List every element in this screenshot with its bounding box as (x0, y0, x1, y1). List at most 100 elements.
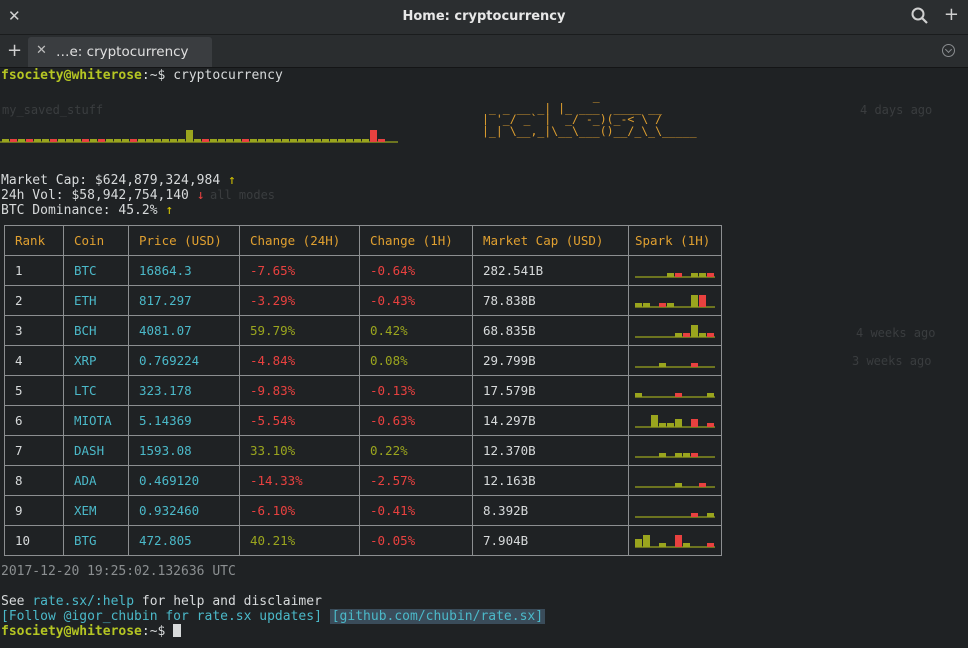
cell-spark (628, 465, 722, 496)
spark-bar (298, 139, 305, 142)
cell-coin: BCH (63, 315, 129, 346)
up-arrow-icon: ↑ (165, 203, 174, 218)
header-rank: Rank (4, 225, 64, 256)
cell-price: 0.769224 (128, 345, 240, 376)
dominance-line: BTC Dominance: 45.2% ↑ (1, 203, 173, 218)
table-row: 3 BCH 4081.07 59.79% 0.42% 68.835B (4, 315, 722, 346)
cell-change-1h: -2.57% (359, 465, 473, 496)
command-text: cryptocurrency (173, 68, 283, 83)
spark-bar (707, 333, 714, 337)
spark-bar (707, 393, 714, 397)
table-row: 5 LTC 323.178 -9.83% -0.13% 17.579B (4, 375, 722, 406)
cell-change-1h: -0.05% (359, 525, 473, 556)
cell-change-1h: -0.13% (359, 375, 473, 406)
cell-spark (628, 285, 722, 316)
cell-rank: 3 (4, 315, 64, 346)
spark-bar (691, 325, 698, 337)
spark-bar (306, 139, 313, 142)
ghost-text: 4 days ago (860, 103, 933, 117)
spark-bar (707, 543, 714, 547)
spark-bar (691, 453, 698, 457)
cell-rank: 1 (4, 255, 64, 286)
spark-bar (370, 130, 377, 142)
cell-coin: XEM (63, 495, 129, 526)
spark-bar (42, 139, 49, 142)
spark-bar (266, 139, 273, 142)
cell-spark (628, 345, 722, 376)
row-sparkline (635, 483, 715, 488)
spark-bar (186, 130, 193, 142)
cell-change-1h: 0.08% (359, 345, 473, 376)
plus-icon[interactable]: + (944, 4, 959, 25)
terminal-area[interactable]: my_saved_stuff 4 days ago 3 weeks ago 4 … (0, 68, 968, 648)
help-link[interactable]: rate.sx/:help (32, 594, 134, 609)
cell-spark (628, 525, 722, 556)
spark-bar (122, 139, 129, 142)
row-sparkline (635, 363, 715, 368)
cell-rank: 10 (4, 525, 64, 556)
window-title: Home: cryptocurrency (402, 9, 566, 24)
market-sparkline (0, 130, 398, 143)
spark-bar (202, 139, 209, 142)
cell-market-cap: 7.904B (472, 525, 629, 556)
cell-change-24h: -4.84% (239, 345, 360, 376)
ghost-text: my_saved_stuff (2, 103, 104, 117)
spark-bar (362, 139, 369, 142)
spark-bar (699, 273, 706, 277)
help-line: See rate.sx/:help for help and disclaime… (1, 594, 322, 609)
cell-coin: BTG (63, 525, 129, 556)
cell-spark (628, 495, 722, 526)
dominance-label: BTC Dominance: (1, 203, 119, 218)
spark-bar (66, 139, 73, 142)
cell-market-cap: 17.579B (472, 375, 629, 406)
spark-bar (218, 139, 225, 142)
table-row: 9 XEM 0.932460 -6.10% -0.41% 8.392B (4, 495, 722, 526)
spark-bar (18, 139, 25, 142)
tab-bar: + ✕ …e: cryptocurrency (0, 35, 968, 68)
search-icon[interactable] (910, 6, 930, 26)
spark-bar (250, 139, 257, 142)
spark-bar (675, 419, 682, 427)
coins-table: Rank Coin Price (USD) Change (24H) Chang… (4, 225, 722, 556)
up-arrow-icon: ↑ (227, 173, 236, 188)
tab-close-icon[interactable]: ✕ (36, 43, 47, 58)
follow-link[interactable]: [Follow @igor_chubin for rate.sx updates… (1, 609, 322, 624)
cell-price: 4081.07 (128, 315, 240, 346)
cell-change-1h: 0.22% (359, 435, 473, 466)
cell-rank: 6 (4, 405, 64, 436)
terminal-cursor (173, 624, 182, 637)
spark-bar (346, 139, 353, 142)
cell-change-24h: -3.29% (239, 285, 360, 316)
market-cap-line: Market Cap: $624,879,324,984 ↑ (1, 173, 236, 188)
spark-bar (659, 423, 666, 427)
tab-cryptocurrency[interactable]: ✕ …e: cryptocurrency (28, 37, 212, 67)
cell-price: 0.469120 (128, 465, 240, 496)
cell-coin: ADA (63, 465, 129, 496)
spark-bar (691, 419, 698, 427)
spark-bar (146, 139, 153, 142)
row-sparkline (635, 415, 715, 428)
new-tab-plus-icon[interactable]: + (7, 40, 22, 61)
github-link[interactable]: [github.com/chubin/rate.sx] (329, 609, 546, 624)
row-sparkline (635, 535, 715, 548)
cell-coin: LTC (63, 375, 129, 406)
table-row: 6 MIOTA 5.14369 -5.54% -0.63% 14.297B (4, 405, 722, 436)
ghost-text: 3 weeks ago (852, 354, 932, 368)
row-sparkline (635, 295, 715, 308)
prompt-user: fsociety@whiterose (1, 624, 142, 639)
table-header-row: Rank Coin Price (USD) Change (24H) Chang… (4, 225, 722, 256)
spark-bar (282, 139, 289, 142)
table-row: 7 DASH 1593.08 33.10% 0.22% 12.370B (4, 435, 722, 466)
spark-bar (154, 139, 161, 142)
spark-bar (675, 273, 682, 277)
spark-bar (707, 513, 714, 517)
volume-value: $58,942,754,140 (71, 188, 189, 203)
spark-bar (675, 535, 682, 547)
ascii-logo: _ _ _ __ _| |_ ___ ____ __ | '_/ _` | _/… (482, 90, 697, 137)
chevron-down-icon[interactable] (942, 44, 955, 57)
spark-bar (130, 139, 137, 142)
cell-rank: 9 (4, 495, 64, 526)
cell-change-24h: -14.33% (239, 465, 360, 496)
cell-rank: 5 (4, 375, 64, 406)
spark-bar (2, 139, 9, 142)
